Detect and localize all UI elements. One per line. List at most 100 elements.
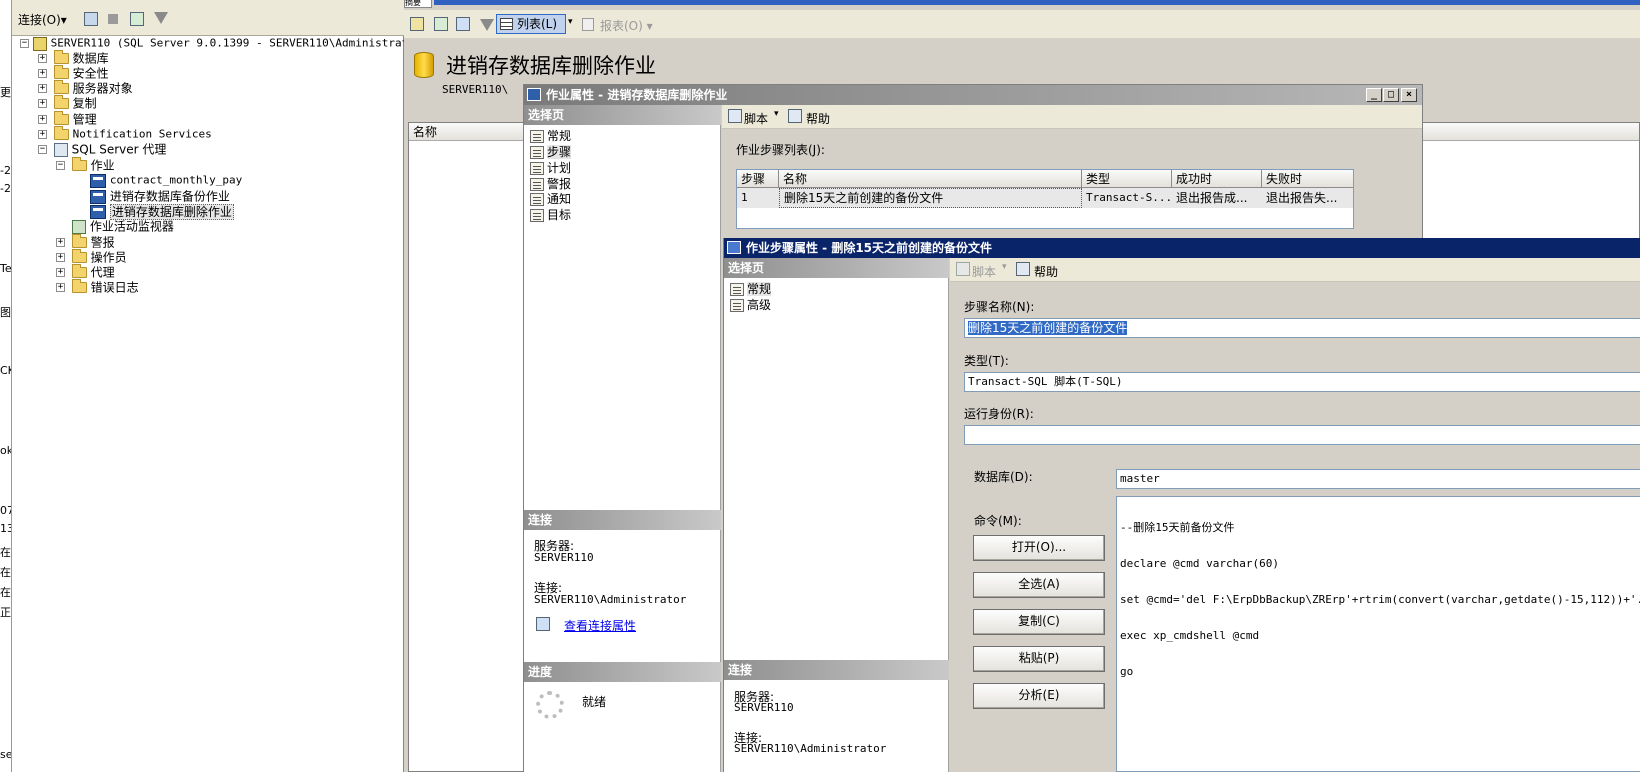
col-on-failure[interactable]: 失败时 bbox=[1262, 170, 1353, 188]
page-general[interactable]: 常规 bbox=[730, 281, 772, 297]
job-step-properties-window: 作业步骤属性 - 删除15天之前创建的备份文件 选择页 常规 高级 连接 服务器… bbox=[723, 238, 1640, 772]
tree-node-jobs[interactable]: − 作业 bbox=[56, 157, 115, 173]
summary-tab-label: 摘要 bbox=[405, 0, 421, 7]
dropdown-arrow-icon[interactable]: ▾ bbox=[774, 109, 779, 119]
folder-icon bbox=[71, 249, 87, 263]
page-steps[interactable]: 步骤 bbox=[530, 144, 572, 160]
tree-node-activity-monitor[interactable]: 作业活动监视器 bbox=[72, 218, 174, 234]
summary-subtitle: SERVER110\ bbox=[442, 83, 509, 96]
tree-node-security[interactable]: + 安全性 bbox=[38, 65, 109, 81]
col-name[interactable]: 名称 bbox=[779, 170, 1082, 188]
sync-icon[interactable] bbox=[434, 17, 448, 31]
view-connection-link[interactable]: 查看连接属性 bbox=[564, 617, 636, 634]
tree-node-server-objects[interactable]: + 服务器对象 bbox=[38, 80, 133, 96]
folder-icon bbox=[53, 111, 69, 125]
step-name-input[interactable]: 删除15天之前创建的备份文件 bbox=[964, 318, 1640, 338]
expand-icon[interactable]: + bbox=[56, 283, 65, 292]
page-notifications[interactable]: 通知 bbox=[530, 191, 571, 207]
paste-button[interactable]: 粘贴(P) bbox=[973, 646, 1105, 672]
job-props-titlebar[interactable]: 作业属性 - 进销存数据库删除作业 _ □ × bbox=[524, 85, 1422, 105]
expand-icon[interactable]: + bbox=[56, 268, 65, 277]
script-button[interactable]: 脚本 bbox=[744, 110, 768, 127]
connect-button[interactable]: 连接(O)▾ bbox=[18, 11, 67, 28]
command-label: 命令(M): bbox=[974, 514, 1022, 528]
run-as-label: 运行身份(R): bbox=[964, 407, 1034, 421]
close-icon[interactable]: × bbox=[1401, 88, 1417, 102]
run-as-select[interactable] bbox=[964, 425, 1640, 445]
maximize-icon[interactable]: □ bbox=[1383, 88, 1399, 102]
up-icon[interactable] bbox=[410, 17, 424, 31]
expand-icon[interactable]: + bbox=[38, 84, 47, 93]
col-step[interactable]: 步骤 bbox=[737, 170, 779, 188]
tree-node-management[interactable]: + 管理 bbox=[38, 111, 97, 127]
tree-job-item[interactable]: contract_monthly_pay bbox=[90, 172, 242, 188]
page-schedules[interactable]: 计划 bbox=[530, 160, 571, 176]
command-textarea[interactable]: --删除15天前备份文件 declare @cmd varchar(60) se… bbox=[1116, 496, 1640, 772]
tree-job-item[interactable]: 进销存数据库备份作业 bbox=[90, 188, 230, 204]
page-alerts[interactable]: 警报 bbox=[530, 176, 571, 192]
stop-icon[interactable] bbox=[108, 14, 118, 24]
job-label: contract_monthly_pay bbox=[109, 173, 243, 187]
table-row[interactable]: 1 删除15天之前创建的备份文件 Transact-S... 退出报告成... … bbox=[737, 188, 1353, 208]
help-icon[interactable] bbox=[1016, 262, 1030, 276]
page-label: 常规 bbox=[747, 282, 772, 296]
summary-title: 进销存数据库删除作业 bbox=[446, 54, 656, 78]
expand-icon[interactable]: + bbox=[38, 115, 47, 124]
page-general[interactable]: 常规 bbox=[530, 128, 571, 144]
server-icon bbox=[32, 36, 47, 51]
help-icon[interactable] bbox=[788, 109, 802, 123]
fragment: CK bbox=[0, 364, 11, 377]
help-button[interactable]: 帮助 bbox=[1034, 263, 1058, 280]
tree-node-alerts[interactable]: + 警报 bbox=[56, 234, 115, 250]
filter-icon[interactable] bbox=[480, 19, 494, 31]
refresh-icon[interactable] bbox=[130, 12, 144, 26]
expand-icon[interactable]: + bbox=[38, 69, 47, 78]
dropdown-arrow-icon[interactable]: ▾ bbox=[568, 17, 573, 27]
tree-node-proxies[interactable]: + 代理 bbox=[56, 264, 115, 280]
fragment: 图 bbox=[0, 306, 11, 319]
list-button[interactable]: 列表(L) bbox=[496, 14, 566, 34]
tree-node-agent[interactable]: − SQL Server 代理 bbox=[38, 141, 166, 157]
help-button[interactable]: 帮助 bbox=[806, 110, 830, 127]
summary-tab[interactable]: 摘要 bbox=[404, 0, 432, 8]
expand-icon[interactable]: + bbox=[38, 130, 47, 139]
select-all-button[interactable]: 全选(A) bbox=[973, 572, 1105, 598]
monitor-icon bbox=[72, 219, 86, 234]
collapse-icon[interactable]: − bbox=[38, 145, 47, 154]
tree-node-notification[interactable]: + Notification Services bbox=[38, 126, 212, 142]
copy-button[interactable]: 复制(C) bbox=[973, 609, 1105, 635]
database-select[interactable]: master bbox=[1116, 469, 1640, 489]
script-icon[interactable] bbox=[956, 262, 970, 276]
page-targets[interactable]: 目标 bbox=[530, 207, 571, 223]
script-icon[interactable] bbox=[728, 109, 742, 123]
disconnect-icon[interactable] bbox=[84, 12, 98, 26]
expand-icon[interactable]: + bbox=[56, 253, 65, 262]
col-on-success[interactable]: 成功时 bbox=[1172, 170, 1262, 188]
tree-node-databases[interactable]: + 数据库 bbox=[38, 50, 109, 66]
step-props-titlebar[interactable]: 作业步骤属性 - 删除15天之前创建的备份文件 bbox=[724, 238, 1640, 258]
report-button[interactable]: 报表(O) ▾ bbox=[582, 17, 653, 34]
type-select[interactable]: Transact-SQL 脚本(T-SQL) bbox=[964, 372, 1640, 392]
minimize-icon[interactable]: _ bbox=[1366, 88, 1382, 102]
col-type[interactable]: 类型 bbox=[1082, 170, 1172, 188]
script-button[interactable]: 脚本 bbox=[972, 263, 996, 280]
tree-node-operators[interactable]: + 操作员 bbox=[56, 249, 127, 265]
expand-icon[interactable]: + bbox=[38, 54, 47, 63]
dropdown-arrow-icon[interactable]: ▾ bbox=[1002, 262, 1007, 272]
step-props-left-pane: 选择页 常规 高级 连接 服务器: SERVER110 连接: SERVER11… bbox=[724, 258, 949, 772]
command-line: declare @cmd varchar(60) bbox=[1120, 557, 1279, 570]
tree-root[interactable]: − SERVER110 (SQL Server 9.0.1399 - SERVE… bbox=[20, 35, 428, 51]
tree-node-error-logs[interactable]: + 错误日志 bbox=[56, 279, 139, 295]
page-advanced[interactable]: 高级 bbox=[730, 297, 771, 313]
step-name-value: 删除15天之前创建的备份文件 bbox=[968, 321, 1128, 335]
tree-node-replication[interactable]: + 复制 bbox=[38, 95, 97, 111]
expand-icon[interactable]: + bbox=[56, 238, 65, 247]
expand-icon[interactable]: + bbox=[38, 99, 47, 108]
parse-button[interactable]: 分析(E) bbox=[973, 683, 1105, 709]
filter-icon[interactable] bbox=[154, 12, 168, 24]
collapse-icon[interactable]: − bbox=[20, 39, 29, 48]
arrows-icon[interactable] bbox=[456, 17, 470, 31]
tree-job-item-selected[interactable]: 进销存数据库删除作业 bbox=[90, 203, 234, 220]
open-button[interactable]: 打开(O)... bbox=[973, 535, 1105, 561]
collapse-icon[interactable]: − bbox=[56, 161, 65, 170]
